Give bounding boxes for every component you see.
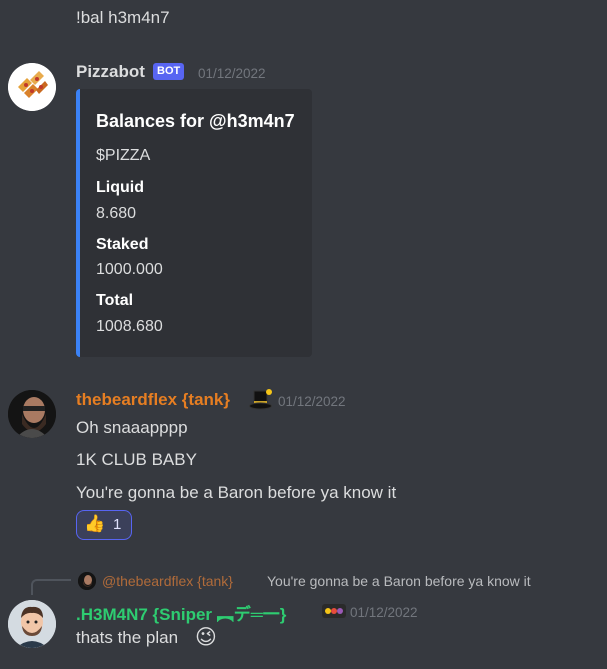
message-text: thats the plan [76, 628, 179, 647]
reply-preview-text[interactable]: You're gonna be a Baron before ya know i… [267, 573, 531, 589]
top-hat-icon [249, 389, 272, 410]
embed-title: Balances for @h3m4n7 [96, 111, 295, 131]
embed-description: $PIZZA [96, 147, 151, 164]
beardflex-timestamp: 01/12/2022 [278, 394, 346, 409]
h3m4n7-avatar[interactable] [8, 600, 56, 648]
message-text: Oh snaaapppp [76, 418, 188, 437]
bearded-man-avatar-icon [78, 572, 96, 590]
h3m4n7-timestamp: 01/12/2022 [350, 605, 418, 620]
field-value-total: 1008.680 [96, 318, 163, 335]
message-text: You're gonna be a Baron before ya know i… [76, 483, 397, 502]
cartoon-man-avatar-icon [8, 600, 56, 648]
message-text: 1K CLUB BABY [76, 450, 197, 469]
bot-tag: BOT [153, 63, 185, 80]
reply-username[interactable]: @thebeardflex {tank} [102, 573, 233, 589]
winking-face-icon: 😉 [195, 626, 217, 649]
reply-connector [31, 579, 71, 595]
pizza-logo-icon [8, 63, 56, 111]
pizzabot-timestamp: 01/12/2022 [198, 66, 266, 81]
1000-badge-icon [322, 604, 346, 618]
message-text: !bal h3m4n7 [76, 8, 170, 27]
h3m4n7-username[interactable]: .H3M4N7 {Sniper ︻デ═一} [76, 600, 286, 625]
bearded-man-avatar-icon [8, 390, 56, 438]
reaction-count: 1 [113, 516, 122, 533]
field-value-staked: 1000.000 [96, 261, 163, 278]
reply-avatar[interactable] [78, 572, 96, 590]
thumbs-up-icon: 👍 [84, 514, 106, 533]
thumbs-up-reaction[interactable]: 👍 1 [76, 510, 132, 540]
field-name-staked: Staked [96, 236, 149, 253]
field-value-liquid: 8.680 [96, 205, 137, 222]
balance-embed: Balances for @h3m4n7 $PIZZA Liquid 8.680… [76, 89, 312, 357]
field-name-liquid: Liquid [96, 179, 144, 196]
chat-log: !bal h3m4n7 Pizzabot BOT 01/12/2022 Bala… [0, 0, 607, 669]
field-name-total: Total [96, 292, 134, 309]
beardflex-avatar[interactable] [8, 390, 56, 438]
beardflex-username[interactable]: thebeardflex {tank} [76, 390, 230, 410]
pizzabot-avatar[interactable] [8, 63, 56, 111]
pizzabot-username[interactable]: Pizzabot [76, 62, 145, 82]
